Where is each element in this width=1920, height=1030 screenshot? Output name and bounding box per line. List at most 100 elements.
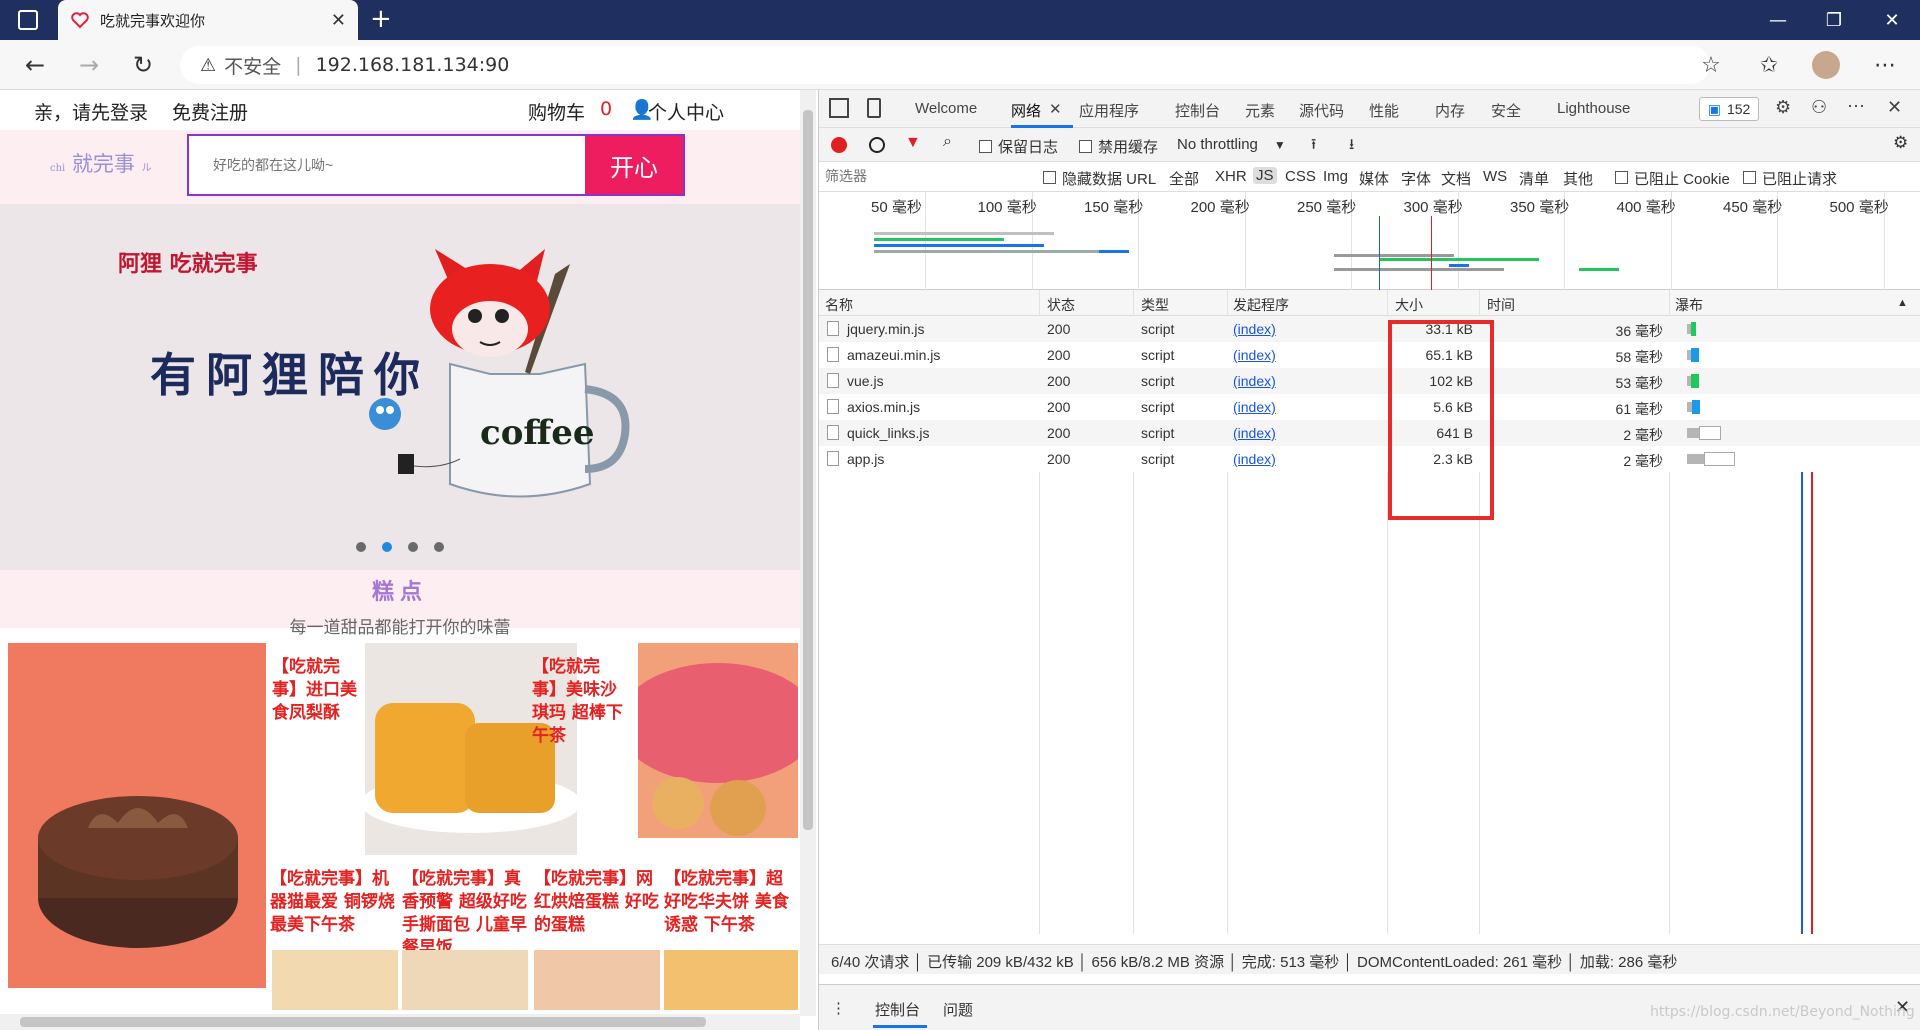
- filter-font[interactable]: 字体: [1401, 168, 1431, 189]
- tab-console[interactable]: 控制台: [1175, 100, 1220, 121]
- page-hscrollbar-thumb[interactable]: [20, 1017, 706, 1027]
- search-icon[interactable]: ⌕: [943, 133, 952, 151]
- product-caption-6[interactable]: 【吃就完事】超好吃华夫饼 美食诱惑 下午茶: [664, 868, 798, 937]
- import-har-icon[interactable]: ⭱: [1311, 134, 1316, 159]
- request-name[interactable]: quick_links.js: [847, 425, 929, 441]
- hide-data-url-checkbox[interactable]: 隐藏数据 URL: [1043, 168, 1156, 189]
- filter-funnel-icon[interactable]: ▼: [905, 134, 921, 152]
- request-name[interactable]: vue.js: [847, 373, 884, 389]
- close-devtools-icon[interactable]: ✕: [1887, 97, 1902, 118]
- dorayaki-image[interactable]: [272, 950, 398, 1010]
- network-settings-icon[interactable]: ⚙: [1893, 133, 1908, 153]
- product-caption-4[interactable]: 【吃就完事】真香预警 超级好吃 手撕面包 儿童早餐早饭: [402, 868, 532, 960]
- settings-gear-icon[interactable]: ⚙: [1775, 97, 1791, 118]
- filter-media[interactable]: 媒体: [1359, 168, 1389, 189]
- carousel-dot[interactable]: [408, 542, 418, 552]
- col-type[interactable]: 类型: [1141, 295, 1169, 315]
- product-caption-3[interactable]: 【吃就完事】机器猫最爱 铜锣烧 最美下午茶: [270, 868, 400, 937]
- product-caption-1[interactable]: 【吃就完事】进口美食凤梨酥: [272, 656, 364, 725]
- filter-other[interactable]: 其他: [1563, 168, 1593, 189]
- table-row[interactable]: amazeui.min.js 200 script (index) 65.1 kB 58 …: [819, 342, 1920, 368]
- request-initiator-link[interactable]: (index): [1233, 373, 1276, 389]
- record-icon[interactable]: [831, 137, 847, 153]
- close-window-button[interactable]: ✕: [1864, 0, 1920, 40]
- col-name[interactable]: 名称: [825, 295, 853, 315]
- search-input[interactable]: [189, 136, 585, 194]
- tab-lighthouse[interactable]: Lighthouse: [1557, 100, 1630, 117]
- table-row[interactable]: app.js 200 script (index) 2.3 kB 2 毫秒: [819, 446, 1920, 472]
- clear-icon[interactable]: [869, 137, 885, 153]
- tab-memory[interactable]: 内存: [1435, 100, 1465, 121]
- tab-performance[interactable]: 性能: [1369, 100, 1399, 121]
- sort-ascending-icon[interactable]: ▲: [1897, 297, 1908, 309]
- page-scrollbar-thumb[interactable]: [803, 110, 813, 830]
- blocked-cookies-checkbox[interactable]: 已阻止 Cookie: [1615, 168, 1730, 189]
- login-link[interactable]: 亲，请先登录: [34, 98, 148, 125]
- tab-security[interactable]: 安全: [1491, 100, 1521, 121]
- issues-badge[interactable]: ▣ 152: [1699, 97, 1759, 121]
- request-initiator-link[interactable]: (index): [1233, 347, 1276, 363]
- col-waterfall[interactable]: 瀑布: [1675, 295, 1703, 315]
- export-har-icon[interactable]: ⭳: [1349, 134, 1354, 159]
- request-initiator-link[interactable]: (index): [1233, 399, 1276, 415]
- col-status[interactable]: 状态: [1047, 295, 1075, 315]
- new-tab-button[interactable]: +: [370, 4, 392, 34]
- add-favorite-icon[interactable]: ☆: [1696, 50, 1726, 80]
- request-initiator-link[interactable]: (index): [1233, 425, 1276, 441]
- tab-close-icon[interactable]: ✕: [331, 10, 346, 31]
- preserve-log-checkbox[interactable]: 保留日志: [979, 136, 1058, 157]
- bread-image[interactable]: [402, 950, 528, 1010]
- inspect-element-icon[interactable]: [829, 98, 849, 118]
- carousel-dot[interactable]: [434, 542, 444, 552]
- favorites-icon[interactable]: ✩: [1754, 50, 1784, 80]
- drawer-tab-console[interactable]: 控制台: [875, 999, 920, 1020]
- more-options-icon[interactable]: ⋯: [1847, 96, 1865, 117]
- throttling-select[interactable]: No throttling ▼: [1177, 136, 1286, 153]
- filter-all[interactable]: 全部: [1169, 168, 1199, 189]
- request-initiator-link[interactable]: (index): [1233, 321, 1276, 337]
- back-button[interactable]: ←: [18, 48, 52, 82]
- waffle-image[interactable]: [664, 950, 798, 1010]
- profile-avatar[interactable]: [1812, 51, 1840, 79]
- restore-button[interactable]: ❐: [1806, 0, 1862, 40]
- filter-css[interactable]: CSS: [1285, 168, 1316, 185]
- request-name[interactable]: amazeui.min.js: [847, 347, 940, 363]
- filter-input[interactable]: [825, 166, 1025, 186]
- filter-xhr[interactable]: XHR: [1215, 168, 1247, 185]
- url-field[interactable]: ⚠ 不安全 | 192.168.181.134:90: [180, 46, 1710, 84]
- tab-actions-icon[interactable]: [18, 10, 38, 30]
- col-size[interactable]: 大小: [1395, 295, 1423, 315]
- filter-img[interactable]: Img: [1323, 168, 1348, 185]
- request-initiator-link[interactable]: (index): [1233, 451, 1276, 467]
- filter-js[interactable]: JS: [1253, 167, 1277, 184]
- carousel-dot[interactable]: [382, 542, 392, 552]
- cart-link[interactable]: 购物车: [528, 98, 585, 125]
- featured-cake-image[interactable]: [8, 643, 266, 988]
- product-caption-5[interactable]: 【吃就完事】网红烘焙蛋糕 好吃的蛋糕: [534, 868, 664, 937]
- col-time[interactable]: 时间: [1487, 295, 1515, 315]
- filter-ws[interactable]: WS: [1483, 168, 1507, 185]
- tab-network-close-icon[interactable]: ✕: [1049, 100, 1062, 118]
- site-logo[interactable]: chi 就完事 ル: [50, 148, 152, 178]
- table-row[interactable]: quick_links.js 200 script (index) 641 B2 毫秒: [819, 420, 1920, 446]
- tab-elements[interactable]: 元素: [1245, 100, 1275, 121]
- tab-network[interactable]: 网络: [1011, 100, 1041, 121]
- request-name[interactable]: axios.min.js: [847, 399, 920, 415]
- timeline-overview[interactable]: 50 毫秒 100 毫秒 150 毫秒 200 毫秒 250 毫秒 300 毫秒 350 毫…: [819, 192, 1920, 290]
- product-caption-2[interactable]: 【吃就完事】美味沙琪玛 超棒下午茶: [532, 656, 624, 748]
- filter-doc[interactable]: 文档: [1441, 168, 1471, 189]
- carousel-dot[interactable]: [356, 542, 366, 552]
- more-menu-icon[interactable]: ⋯: [1870, 50, 1900, 80]
- drawer-more-icon[interactable]: ⋮: [831, 999, 846, 1017]
- tab-welcome[interactable]: Welcome: [915, 100, 977, 117]
- tab-sources[interactable]: 源代码: [1299, 100, 1344, 121]
- user-center-link[interactable]: 个人中心: [648, 98, 724, 125]
- disable-cache-checkbox[interactable]: 禁用缓存: [1079, 136, 1158, 157]
- request-name[interactable]: jquery.min.js: [847, 321, 925, 337]
- col-initiator[interactable]: 发起程序: [1233, 295, 1289, 315]
- reload-button[interactable]: ↻: [126, 48, 160, 82]
- request-name[interactable]: app.js: [847, 451, 884, 467]
- browser-tab[interactable]: 吃就完事欢迎你 ✕: [58, 0, 358, 40]
- banner-carousel[interactable]: 阿狸 吃就完事 有阿狸陪你 coffee: [0, 204, 800, 570]
- customize-icon[interactable]: ⚇: [1811, 97, 1827, 118]
